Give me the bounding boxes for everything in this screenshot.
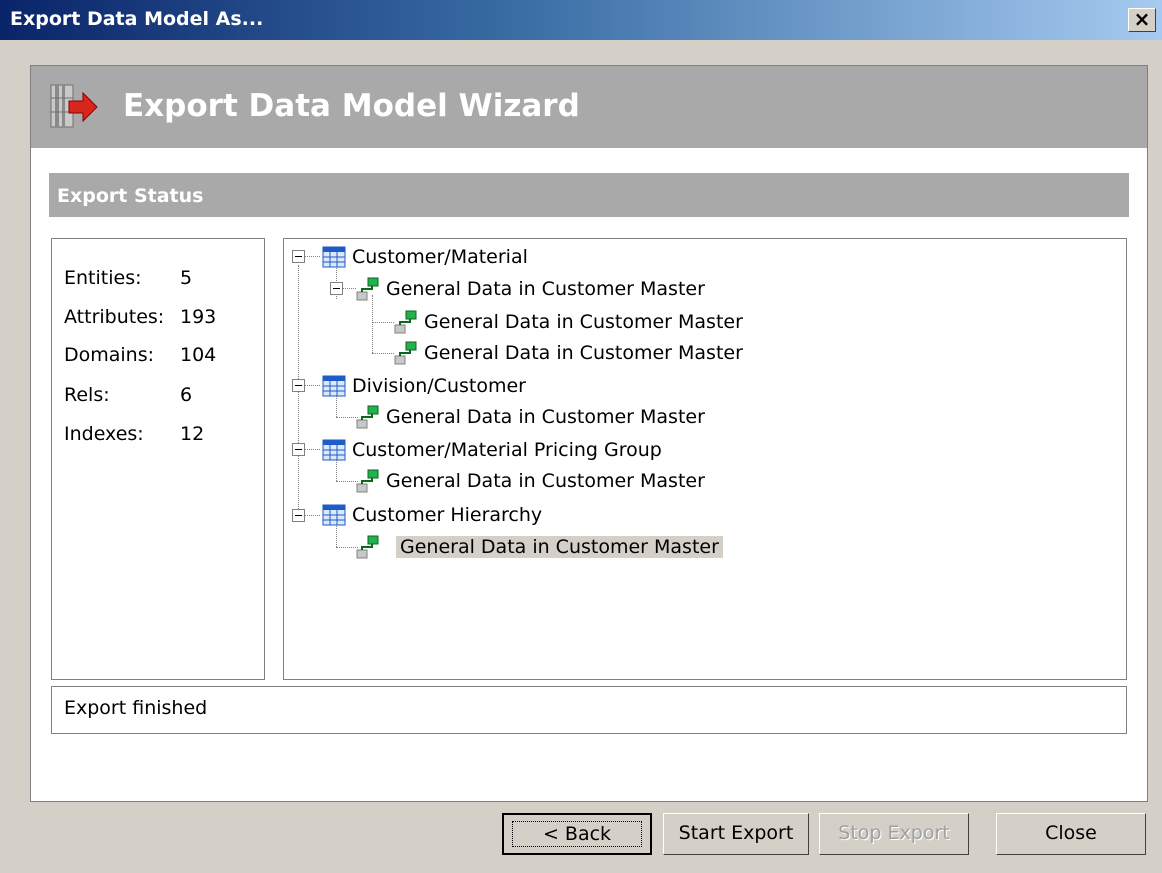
tree-connector [304, 385, 320, 386]
status-message-box: Export finished [51, 686, 1127, 734]
back-button-label: < Back [511, 821, 643, 847]
tree-node-label: General Data in Customer Master [424, 311, 743, 333]
start-export-button[interactable]: Start Export [663, 813, 809, 855]
stat-value: 193 [180, 306, 217, 328]
tree-connector [304, 449, 320, 450]
tree-node-label: General Data in Customer Master [396, 536, 723, 558]
stat-domains: Domains: 104 [64, 344, 216, 366]
tree-connector [304, 515, 320, 516]
table-icon [322, 246, 346, 268]
relationship-icon [394, 341, 417, 365]
close-button[interactable]: Close [996, 813, 1146, 855]
stat-label: Entities: [64, 267, 142, 289]
stop-export-button[interactable]: Stop Export [819, 813, 969, 855]
collapse-icon[interactable] [292, 443, 305, 456]
section-title: Export Status [57, 185, 204, 207]
tree-connector [342, 288, 356, 289]
tree-connector [372, 353, 394, 354]
stats-panel: Entities: 5 Attributes: 193 Domains: 104… [51, 238, 265, 680]
tree-node-label: Customer/Material Pricing Group [352, 439, 662, 461]
tree-node-label: Customer Hierarchy [352, 504, 543, 526]
stat-value: 12 [180, 423, 205, 445]
stat-value: 6 [180, 384, 193, 406]
tree-node-label: General Data in Customer Master [424, 342, 743, 364]
tree-connector [336, 523, 337, 547]
window-title: Export Data Model As... [10, 8, 264, 30]
relationship-icon [356, 469, 379, 493]
table-icon [322, 439, 346, 461]
stat-attributes: Attributes: 193 [64, 306, 216, 328]
tree-node-label: Customer/Material [352, 246, 528, 268]
stat-label: Rels: [64, 384, 110, 406]
export-database-icon [47, 83, 107, 134]
tree-connector [336, 481, 358, 482]
tree-connector [372, 322, 394, 323]
export-tree[interactable]: Customer/Material General Data in Custom… [283, 238, 1127, 680]
stat-indexes: Indexes: 12 [64, 423, 204, 445]
stat-label: Domains: [64, 344, 155, 366]
stat-value: 5 [180, 267, 193, 289]
relationship-icon [356, 277, 379, 301]
collapse-icon[interactable] [292, 250, 305, 263]
stat-label: Attributes: [64, 306, 165, 328]
close-window-button[interactable]: × [1128, 8, 1156, 32]
tree-node-label: General Data in Customer Master [386, 406, 705, 428]
stat-entities: Entities: 5 [64, 267, 192, 289]
tree-node-label: General Data in Customer Master [386, 278, 705, 300]
tree-connector [304, 256, 320, 257]
table-icon [322, 375, 346, 397]
tree-connector [336, 547, 358, 548]
export-status-header: Export Status [49, 173, 1129, 217]
status-message: Export finished [64, 697, 208, 719]
relationship-icon [394, 310, 417, 334]
collapse-icon[interactable] [292, 509, 305, 522]
collapse-icon[interactable] [330, 282, 343, 295]
back-button[interactable]: < Back [502, 813, 652, 855]
wizard-panel: Export Data Model Wizard Export Status E… [30, 65, 1148, 802]
stat-value: 104 [180, 344, 217, 366]
relationship-icon [356, 535, 379, 559]
tree-connector [336, 417, 358, 418]
stat-rels: Rels: 6 [64, 384, 192, 406]
tree-connector [372, 295, 373, 353]
title-bar: Export Data Model As... × [0, 0, 1162, 40]
wizard-title: Export Data Model Wizard [123, 88, 580, 124]
table-icon [322, 504, 346, 526]
wizard-banner: Export Data Model Wizard [31, 66, 1147, 148]
tree-node-label: General Data in Customer Master [386, 470, 705, 492]
collapse-icon[interactable] [292, 379, 305, 392]
stat-label: Indexes: [64, 423, 144, 445]
relationship-icon [356, 405, 379, 429]
tree-node-label: Division/Customer [352, 375, 526, 397]
